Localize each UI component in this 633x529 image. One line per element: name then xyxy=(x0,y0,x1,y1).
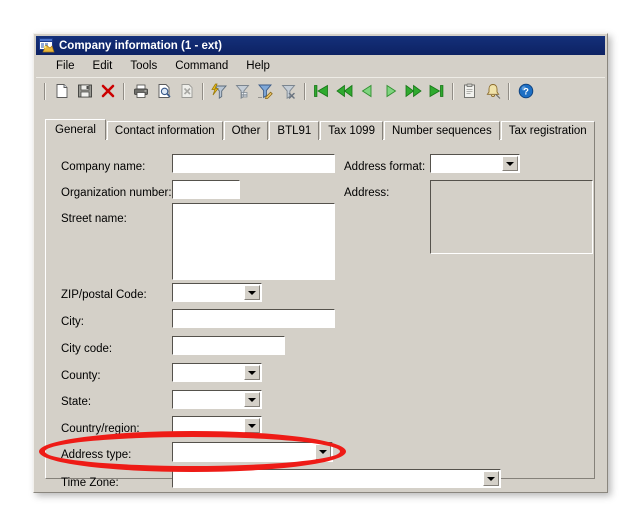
country-region-combobox[interactable] xyxy=(172,416,262,435)
chevron-down-icon[interactable] xyxy=(244,285,260,300)
advanced-filter-icon[interactable] xyxy=(254,80,277,102)
time-zone-input[interactable] xyxy=(173,470,483,487)
tabstrip: General Contact information Other BTL91 … xyxy=(45,119,597,140)
export-to-excel-icon[interactable] xyxy=(175,80,198,102)
help-icon[interactable]: ? xyxy=(514,80,537,102)
tab-btl91[interactable]: BTL91 xyxy=(269,121,320,140)
address-format-input[interactable] xyxy=(431,155,502,172)
menu-command[interactable]: Command xyxy=(166,58,237,74)
menu-help[interactable]: Help xyxy=(237,58,279,74)
menubar: File Edit Tools Command Help xyxy=(36,56,605,76)
delete-icon[interactable] xyxy=(96,80,119,102)
chevron-down-icon[interactable] xyxy=(244,392,260,407)
city-code-label: City code: xyxy=(61,343,113,355)
zip-postal-code-label: ZIP/postal Code: xyxy=(61,289,147,301)
address-type-combobox[interactable] xyxy=(172,442,333,462)
address-format-combobox[interactable] xyxy=(430,154,520,173)
go-next-icon[interactable] xyxy=(379,80,402,102)
chevron-down-icon[interactable] xyxy=(502,156,518,171)
toolbar: ? xyxy=(36,77,605,104)
remove-filter-icon[interactable] xyxy=(277,80,300,102)
paste-icon[interactable] xyxy=(458,80,481,102)
print-preview-icon[interactable] xyxy=(152,80,175,102)
screenshot-root: Company information (1 - ext) File Edit … xyxy=(0,0,633,529)
toolbar-separator xyxy=(452,82,454,100)
county-input[interactable] xyxy=(173,364,244,381)
toolbar-separator xyxy=(44,82,46,100)
city-label: City: xyxy=(61,316,84,328)
time-zone-label: Time Zone: xyxy=(61,477,119,489)
filter-by-grid-icon[interactable] xyxy=(231,80,254,102)
time-zone-combobox[interactable] xyxy=(172,469,501,488)
street-name-label: Street name: xyxy=(61,213,127,225)
county-combobox[interactable] xyxy=(172,363,262,382)
tab-other[interactable]: Other xyxy=(223,121,269,140)
filter-by-selection-icon[interactable] xyxy=(208,80,231,102)
toolbar-separator xyxy=(202,82,204,100)
toolbar-separator xyxy=(508,82,510,100)
go-next-page-icon[interactable] xyxy=(402,80,425,102)
state-label: State: xyxy=(61,396,92,408)
go-first-icon[interactable] xyxy=(310,80,333,102)
city-input[interactable] xyxy=(172,309,335,328)
tab-general[interactable]: General xyxy=(45,119,106,140)
window-title: Company information (1 - ext) xyxy=(59,39,222,52)
menu-file[interactable]: File xyxy=(47,58,84,74)
state-input[interactable] xyxy=(173,391,244,408)
address-textarea xyxy=(430,180,593,254)
new-icon[interactable] xyxy=(50,80,73,102)
company-name-input[interactable] xyxy=(172,154,335,173)
toolbar-separator xyxy=(304,82,306,100)
menu-tools[interactable]: Tools xyxy=(121,58,166,74)
county-label: County: xyxy=(61,370,101,382)
go-prev-page-icon[interactable] xyxy=(333,80,356,102)
print-icon[interactable] xyxy=(129,80,152,102)
address-format-label: Address format: xyxy=(344,161,426,173)
go-last-icon[interactable] xyxy=(425,80,448,102)
tab-tax-1099[interactable]: Tax 1099 xyxy=(320,121,383,140)
tab-contact-information[interactable]: Contact information xyxy=(106,121,223,140)
organization-number-label: Organization number: xyxy=(61,187,172,199)
chevron-down-icon[interactable] xyxy=(244,418,260,433)
country-region-label: Country/region: xyxy=(61,423,140,435)
tab-number-sequences[interactable]: Number sequences xyxy=(383,121,500,140)
svg-text:?: ? xyxy=(523,87,529,98)
company-name-label: Company name: xyxy=(61,161,146,173)
chevron-down-icon[interactable] xyxy=(483,471,499,486)
zip-postal-code-combobox[interactable] xyxy=(172,283,262,302)
address-type-input[interactable] xyxy=(173,443,315,461)
chevron-down-icon[interactable] xyxy=(315,444,331,460)
tab-tax-registration[interactable]: Tax registration xyxy=(500,121,595,140)
country-region-input[interactable] xyxy=(173,417,244,434)
menu-edit[interactable]: Edit xyxy=(84,58,122,74)
alert-icon[interactable] xyxy=(481,80,504,102)
company-window-icon xyxy=(39,38,55,53)
city-code-input[interactable] xyxy=(172,336,285,355)
zip-postal-code-input[interactable] xyxy=(173,284,244,301)
address-label: Address: xyxy=(344,187,390,199)
go-prev-icon[interactable] xyxy=(356,80,379,102)
window-titlebar[interactable]: Company information (1 - ext) xyxy=(36,36,605,55)
address-type-label: Address type: xyxy=(61,449,132,461)
organization-number-input[interactable] xyxy=(172,180,240,199)
save-icon[interactable] xyxy=(73,80,96,102)
state-combobox[interactable] xyxy=(172,390,262,409)
toolbar-separator xyxy=(123,82,125,100)
street-name-textarea[interactable] xyxy=(172,203,335,280)
chevron-down-icon[interactable] xyxy=(244,365,260,380)
